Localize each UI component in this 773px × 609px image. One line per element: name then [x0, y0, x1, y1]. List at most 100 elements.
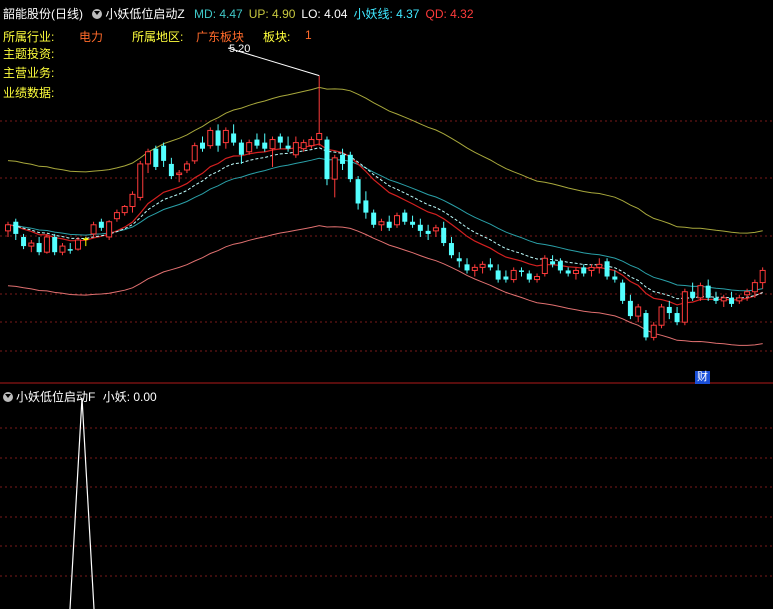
candle-body — [464, 264, 470, 271]
candle-body — [565, 270, 571, 274]
sub-value-label: 小妖: — [102, 390, 131, 404]
candle-body — [292, 142, 299, 156]
qd-line — [7, 143, 763, 306]
candle-body — [417, 224, 423, 231]
candle-body — [231, 133, 237, 143]
candle-body — [308, 139, 315, 147]
sub-dropdown-icon[interactable] — [3, 392, 13, 402]
candle-body — [650, 324, 657, 338]
candle-body — [316, 132, 323, 141]
candle-body — [697, 285, 704, 299]
candle-body — [751, 282, 758, 293]
candle-body — [581, 267, 587, 274]
candle-body — [681, 291, 688, 323]
candle-body — [90, 224, 97, 235]
candle-body — [215, 130, 221, 146]
candle-body — [347, 154, 353, 180]
candle-body — [36, 243, 42, 253]
candle-body — [200, 142, 205, 149]
sub-header: 小妖低位启动F 小妖: 0.00 — [3, 388, 157, 405]
candle-body — [643, 313, 649, 338]
candle-body — [479, 263, 486, 268]
candle-body — [300, 142, 307, 150]
candle-body — [153, 148, 159, 167]
candle-body — [378, 221, 385, 226]
candle-body — [658, 306, 665, 326]
candle-body — [137, 163, 144, 198]
candle-body — [713, 297, 719, 301]
candle-body — [98, 221, 104, 228]
high-price-label: 5.20 — [229, 43, 251, 55]
candle-body — [612, 276, 618, 280]
candle-body — [736, 297, 743, 302]
signal-spike — [69, 397, 95, 609]
candle-body — [262, 142, 268, 149]
candle-body — [627, 300, 633, 317]
upper-band-line — [7, 86, 763, 234]
candle-body — [331, 157, 338, 180]
candle-body — [168, 163, 174, 177]
candle-body — [604, 261, 610, 277]
candle-body — [495, 270, 501, 280]
candle-body — [526, 273, 532, 280]
candle-body — [67, 249, 73, 251]
candle-body — [510, 269, 517, 281]
candle-body — [432, 227, 439, 232]
candle-body — [541, 257, 548, 274]
candle-body — [518, 270, 524, 272]
candle-body — [471, 266, 478, 271]
sub-indicator-name[interactable]: 小妖低位启动F — [16, 390, 95, 404]
candle-body — [674, 313, 680, 323]
candle-body — [269, 139, 276, 150]
candle-body — [161, 145, 167, 161]
candle-body — [246, 142, 253, 153]
price-chart[interactable] — [0, 0, 773, 609]
candle-body — [222, 129, 229, 144]
candle-body — [340, 154, 346, 164]
candle-body — [191, 145, 198, 162]
candle-body — [744, 291, 751, 296]
candle-body — [13, 221, 19, 234]
candle-body — [402, 212, 408, 222]
candle-body — [441, 227, 447, 244]
candle-body — [113, 212, 120, 220]
candle-body — [363, 200, 369, 213]
candle-body — [83, 238, 89, 240]
candle-body — [277, 136, 283, 143]
finance-badge[interactable]: 财 — [695, 371, 710, 384]
lower-band-line — [7, 225, 763, 346]
candle-body — [43, 236, 50, 253]
candle-body — [588, 266, 595, 271]
candle-body — [129, 193, 136, 208]
candle-body — [371, 212, 377, 225]
candle-body — [121, 206, 128, 214]
candle-body — [550, 261, 556, 265]
candle-body — [145, 151, 152, 165]
candle-body — [456, 258, 462, 262]
candle-body — [5, 224, 11, 232]
candle-body — [386, 221, 392, 228]
candle-body — [596, 263, 603, 268]
xiaoyao-line — [7, 147, 763, 300]
candle-body — [705, 285, 711, 298]
candle-body — [28, 242, 35, 247]
candle-body — [572, 269, 579, 274]
candle-body — [690, 291, 696, 298]
candle-body — [635, 306, 642, 317]
candle-body — [534, 276, 541, 281]
candle-body — [207, 129, 214, 147]
candle-body — [254, 139, 260, 146]
candle-body — [666, 306, 672, 314]
candle-body — [75, 239, 82, 250]
candle-body — [106, 221, 113, 238]
candle-body — [355, 179, 361, 204]
candle-body — [557, 261, 563, 271]
candle-body — [487, 264, 493, 268]
candle-body — [176, 172, 183, 176]
candle-body — [59, 245, 66, 253]
candle-body — [21, 236, 27, 247]
candle-body — [448, 243, 454, 256]
candle-body — [183, 163, 190, 171]
candle-body — [394, 215, 400, 226]
candle-body — [410, 221, 416, 225]
